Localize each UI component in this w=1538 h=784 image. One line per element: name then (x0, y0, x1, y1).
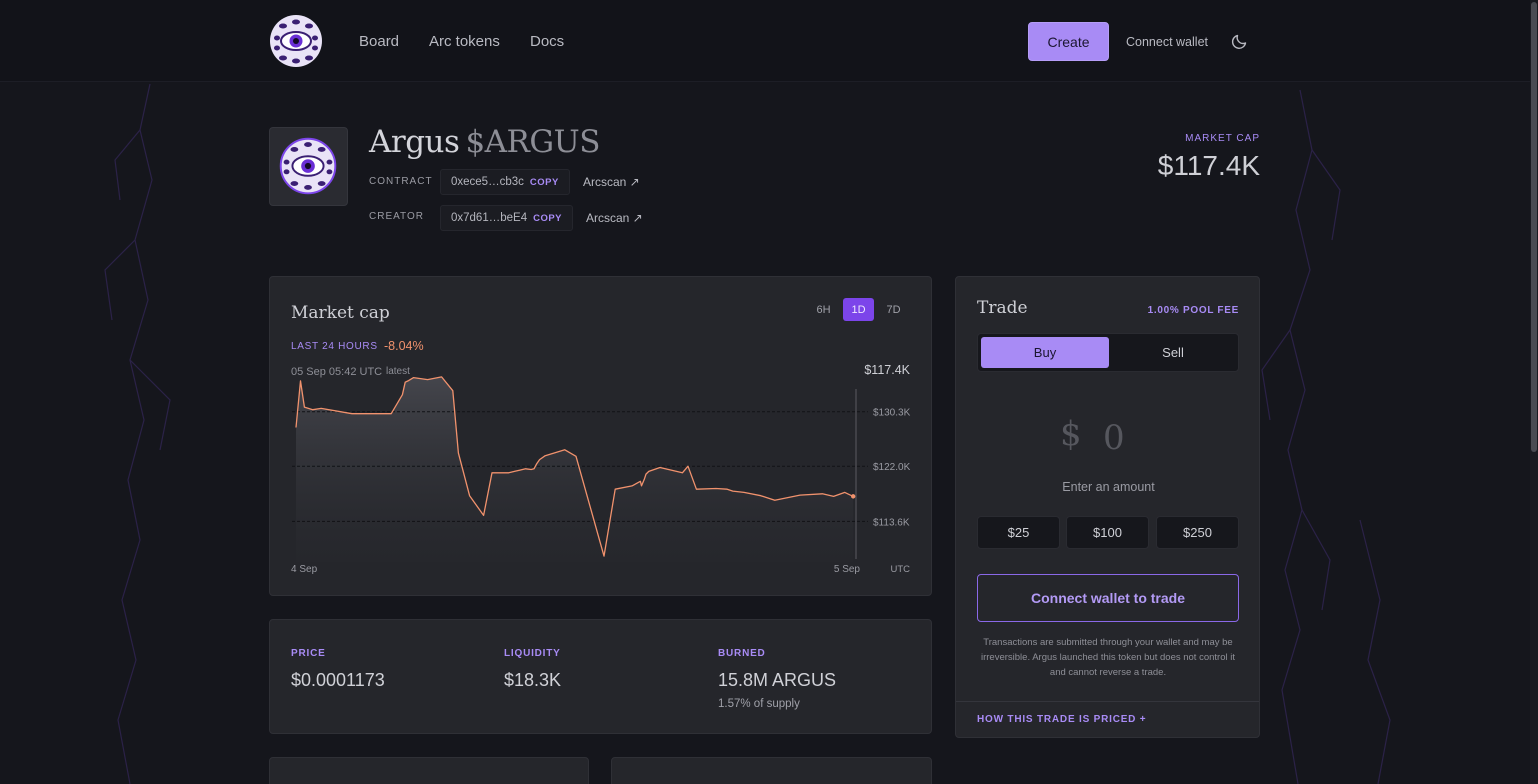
trade-disclaimer: Transactions are submitted through your … (980, 637, 1235, 678)
price-value: $0.0001173 (291, 670, 385, 690)
chart-y-tick-label: $122.0K (873, 462, 911, 473)
amount-input[interactable]: 0 (1103, 418, 1125, 458)
chart-area-fill (296, 376, 854, 562)
chart-latest-point (851, 494, 856, 499)
eye-orb-logo[interactable] (269, 14, 323, 68)
market-cap-label: MARKET CAP (1185, 133, 1260, 144)
price-label: PRICE (291, 648, 326, 659)
creator-arcscan-link[interactable]: Arcscan ↗ (586, 211, 643, 225)
nav-docs-link[interactable]: Docs (530, 33, 564, 50)
chart-y-tick-label: $113.6K (873, 517, 910, 528)
trade-panel: Trade 1.00% POOL FEE Buy Sell $ 0 Enter … (955, 276, 1260, 738)
create-button[interactable]: Create (1028, 22, 1109, 61)
copy-contract-button[interactable]: COPY (530, 177, 559, 188)
sell-tab[interactable]: Sell (1109, 337, 1237, 368)
creator-address: 0x7d61…beE4 (451, 212, 528, 224)
token-title: Argus $ARGUS (369, 124, 601, 160)
contract-address-box: 0xece5…cb3c COPY (440, 169, 570, 195)
preset-100-button[interactable]: $100 (1066, 516, 1149, 549)
token-stats-panel: PRICE $0.0001173 LIQUIDITY $18.3K BURNED… (269, 619, 932, 734)
lower-left-panel (269, 757, 589, 784)
burned-label: BURNED (718, 648, 766, 659)
burned-value: 15.8M ARGUS (718, 670, 837, 690)
connect-wallet-to-trade-button[interactable]: Connect wallet to trade (977, 574, 1239, 622)
creator-address-box: 0x7d61…beE4 COPY (440, 205, 574, 231)
currency-symbol: $ (1060, 414, 1082, 454)
contract-address: 0xece5…cb3c (451, 176, 524, 188)
how-trade-is-priced-toggle[interactable]: HOW THIS TRADE IS PRICED + (977, 714, 1146, 725)
token-image (269, 127, 348, 206)
trade-divider (956, 701, 1259, 702)
chart-x-tick-label: 4 Sep (291, 564, 318, 575)
token-name: Argus (369, 124, 460, 160)
chart-y-tick-label: $130.3K (873, 408, 911, 419)
moon-icon[interactable] (1231, 32, 1249, 50)
top-navigation-bar: Board Arc tokens Docs Create Connect wal… (0, 0, 1530, 82)
liquidity-value: $18.3K (504, 670, 562, 690)
lower-right-panel (611, 757, 932, 784)
contract-label: CONTRACT (369, 176, 433, 187)
nav-arc-tokens-link[interactable]: Arc tokens (429, 33, 500, 50)
liquidity-label: LIQUIDITY (504, 648, 561, 659)
burned-supply-percent: 1.57% of supply (718, 698, 800, 710)
scrollbar-thumb[interactable] (1531, 2, 1537, 452)
preset-250-button[interactable]: $250 (1156, 516, 1239, 549)
creator-label: CREATOR (369, 211, 424, 222)
buy-tab[interactable]: Buy (981, 337, 1109, 368)
chart-x-tick-label: 5 Sep (834, 564, 861, 575)
connect-wallet-link[interactable]: Connect wallet (1126, 35, 1208, 49)
contract-arcscan-link[interactable]: Arcscan ↗ (583, 175, 640, 189)
chart-x-unit-label: UTC (890, 564, 910, 575)
market-cap-chart-panel: Market cap 6H 1D 7D LAST 24 HOURS -8.04%… (269, 276, 932, 596)
pool-fee-label: 1.00% POOL FEE (1147, 305, 1239, 316)
token-symbol: $ARGUS (465, 124, 601, 160)
trade-title: Trade (977, 298, 1028, 318)
copy-creator-button[interactable]: COPY (533, 213, 562, 224)
amount-hint: Enter an amount (1062, 480, 1155, 494)
market-cap-value: $117.4K (1157, 150, 1260, 181)
token-eye-orb-icon (279, 137, 337, 195)
nav-board-link[interactable]: Board (359, 33, 399, 50)
buy-sell-toggle: Buy Sell (977, 333, 1239, 372)
market-cap-chart[interactable]: $130.3K $122.0K $113.6K 4 Sep 5 Sep UTC (270, 277, 933, 597)
preset-25-button[interactable]: $25 (977, 516, 1060, 549)
